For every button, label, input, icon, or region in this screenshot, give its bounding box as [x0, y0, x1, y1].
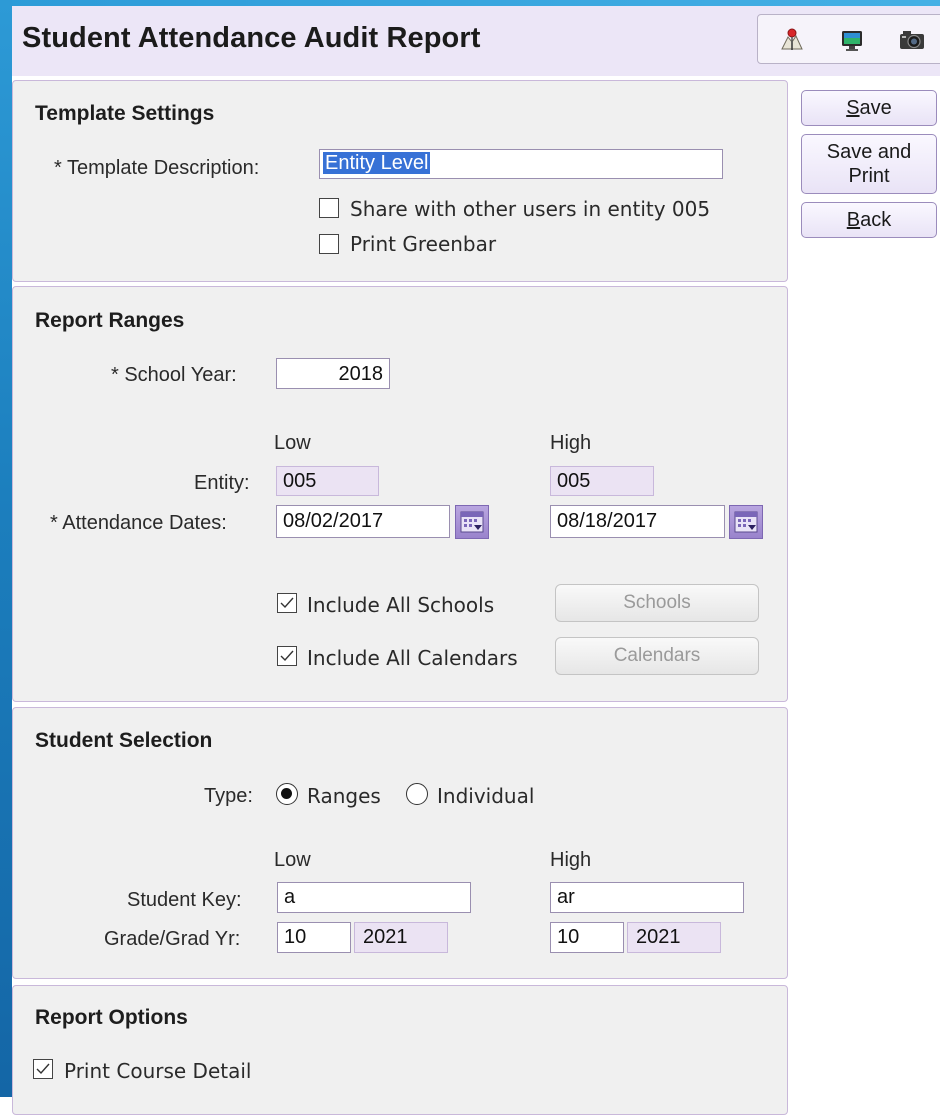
page-title: Student Attendance Audit Report [22, 22, 481, 54]
report-ranges-panel: Report Ranges * School Year: 2018 Low Hi… [12, 286, 788, 702]
camera-icon[interactable] [898, 26, 926, 54]
calendar-picker-icon[interactable] [729, 505, 763, 539]
check-icon [280, 650, 294, 662]
ranges-low-header: Low [274, 432, 311, 454]
back-mnemonic: B [846, 209, 861, 231]
template-settings-panel: Template Settings * Template Description… [12, 80, 788, 282]
grade-low-input[interactable]: 10 [277, 922, 351, 953]
grad-yr-low-field: 2021 [354, 922, 448, 953]
include-all-schools-checkbox[interactable] [277, 593, 297, 613]
map-pin-icon[interactable] [778, 26, 806, 54]
type-individual-label: Individual [437, 784, 535, 808]
print-greenbar-label: Print Greenbar [350, 232, 497, 256]
template-settings-title: Template Settings [35, 102, 215, 125]
student-key-low-input[interactable]: a [277, 882, 471, 913]
print-course-detail-label: Print Course Detail [64, 1059, 252, 1083]
window-left-edge [0, 0, 12, 1097]
calendar-picker-icon[interactable] [455, 505, 489, 539]
student-key-high-input[interactable]: ar [550, 882, 744, 913]
report-options-title: Report Options [35, 1006, 188, 1029]
calendars-button[interactable]: Calendars [555, 637, 759, 675]
include-all-calendars-checkbox[interactable] [277, 646, 297, 666]
page-header: Student Attendance Audit Report [12, 6, 940, 76]
include-all-calendars-label: Include All Calendars [307, 646, 518, 670]
selection-high-header: High [550, 849, 592, 871]
report-ranges-title: Report Ranges [35, 309, 185, 332]
grade-grad-yr-label: Grade/Grad Yr: [104, 928, 241, 950]
report-options-panel: Report Options Print Course Detail [12, 985, 788, 1115]
entity-low-field: 005 [276, 466, 379, 496]
monitor-icon[interactable] [838, 26, 866, 54]
back-label: ack [860, 209, 892, 231]
student-selection-title: Student Selection [35, 729, 213, 752]
attendance-date-low-input[interactable]: 08/02/2017 [276, 505, 450, 538]
save-and-print-label-line1: Save and [826, 141, 912, 163]
template-description-value: Entity Level [323, 152, 431, 174]
save-label: ave [859, 97, 892, 119]
attendance-dates-label: * Attendance Dates: [50, 512, 227, 534]
student-selection-panel: Student Selection Type: Ranges Individua… [12, 707, 788, 979]
type-ranges-label: Ranges [307, 784, 381, 808]
save-and-print-label-line2: Print [848, 165, 890, 187]
type-individual-radio[interactable] [406, 783, 428, 805]
grade-high-input[interactable]: 10 [550, 922, 624, 953]
back-button[interactable]: Back [801, 202, 937, 238]
share-label: Share with other users in entity 005 [350, 197, 711, 221]
include-all-schools-label: Include All Schools [307, 593, 495, 617]
print-course-detail-checkbox[interactable] [33, 1059, 53, 1079]
save-mnemonic: S [846, 97, 860, 119]
student-key-label: Student Key: [127, 889, 242, 911]
entity-high-field: 005 [550, 466, 654, 496]
attendance-date-high-input[interactable]: 08/18/2017 [550, 505, 725, 538]
type-label: Type: [204, 785, 253, 807]
header-icon-toolbar [757, 14, 940, 64]
save-and-print-button[interactable]: Save and Print [801, 134, 937, 194]
template-description-input[interactable]: Entity Level [319, 149, 723, 179]
save-button[interactable]: Save [801, 90, 937, 126]
selection-low-header: Low [274, 849, 311, 871]
ranges-high-header: High [550, 432, 592, 454]
check-icon [36, 1063, 50, 1075]
schools-button[interactable]: Schools [555, 584, 759, 622]
grad-yr-high-field: 2021 [627, 922, 721, 953]
share-checkbox[interactable] [319, 198, 339, 218]
school-year-input[interactable]: 2018 [276, 358, 390, 389]
print-greenbar-checkbox[interactable] [319, 234, 339, 254]
type-ranges-radio[interactable] [276, 783, 298, 805]
template-description-label: * Template Description: [54, 157, 260, 179]
check-icon [280, 597, 294, 609]
entity-label: Entity: [194, 472, 250, 494]
school-year-label: * School Year: [111, 364, 237, 386]
